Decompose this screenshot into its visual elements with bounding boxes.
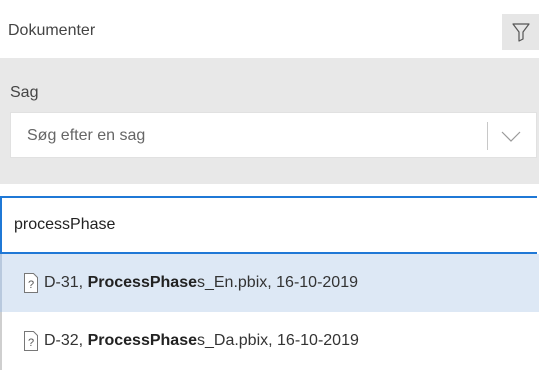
document-icon: ? (24, 273, 38, 293)
result-text: D-32, ProcessPhases_Da.pbix, 16-10-2019 (44, 330, 359, 352)
svg-text:?: ? (28, 279, 34, 291)
case-label: Sag (10, 84, 39, 101)
result-item[interactable]: ? D-31, ProcessPhases_En.pbix, 16-10-201… (0, 254, 539, 312)
result-suffix: s_Da.pbix, 16-10-2019 (196, 332, 359, 349)
chevron-down-icon[interactable] (497, 125, 525, 147)
filter-icon (511, 23, 530, 42)
case-filter-panel: Sag Søg efter en sag (0, 58, 539, 184)
result-suffix: s_En.pbix, 16-10-2019 (196, 274, 358, 291)
result-item[interactable]: ? D-32, ProcessPhases_Da.pbix, 16-10-201… (0, 312, 539, 370)
search-results-list: ? D-31, ProcessPhases_En.pbix, 16-10-201… (0, 254, 539, 370)
result-match: ProcessPhase (87, 274, 197, 291)
result-text: D-31, ProcessPhases_En.pbix, 16-10-2019 (44, 272, 358, 294)
document-icon: ? (24, 331, 38, 351)
result-match: ProcessPhase (87, 332, 197, 349)
result-prefix: D-32, (44, 332, 88, 349)
case-search-placeholder: Søg efter en sag (27, 127, 146, 144)
page-title: Dokumenter (8, 22, 96, 39)
case-search-dropdown[interactable]: Søg efter en sag (10, 112, 537, 158)
dropdown-separator (487, 122, 488, 150)
filter-button[interactable] (502, 14, 539, 50)
result-prefix: D-31, (44, 274, 88, 291)
svg-text:?: ? (28, 337, 34, 349)
documents-header: Dokumenter (0, 0, 539, 58)
document-search-input[interactable] (0, 196, 537, 254)
